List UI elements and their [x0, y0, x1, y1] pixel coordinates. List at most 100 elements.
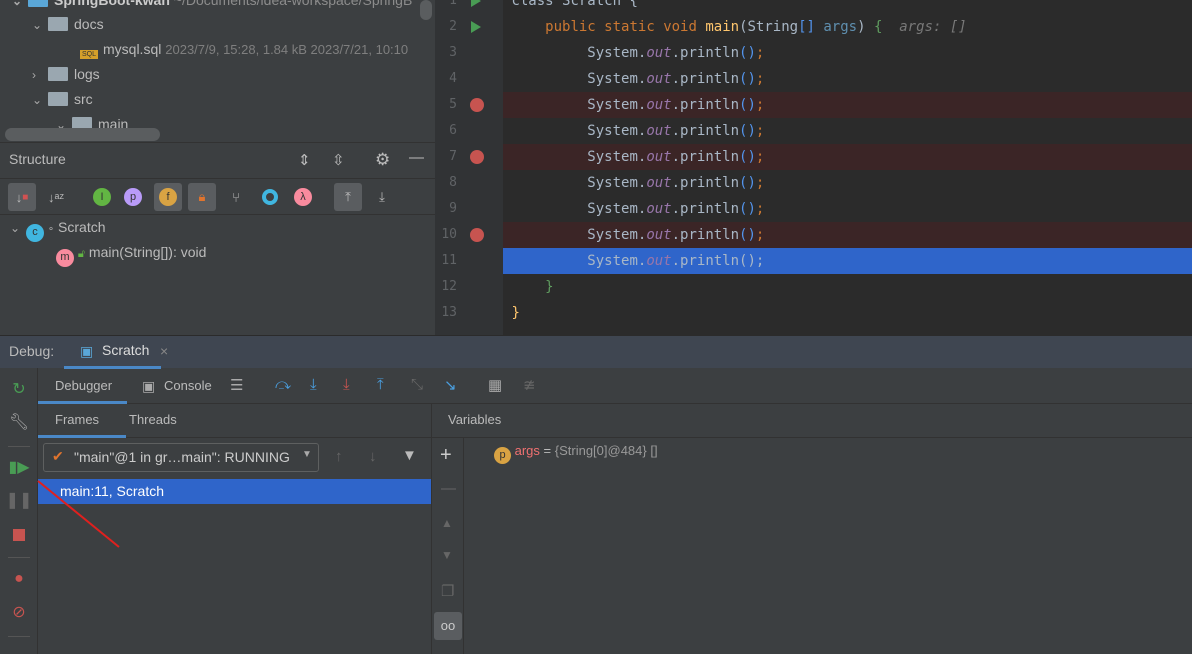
thread-select[interactable]: ✔ "main"@1 in gr…main": RUNNING ▼ — [43, 443, 319, 472]
code-token: () — [739, 227, 756, 243]
code-token: ; — [755, 123, 765, 139]
breakpoint-icon[interactable] — [470, 98, 484, 112]
code-line[interactable]: System.out.println(); — [503, 144, 1192, 170]
resume-program-icon[interactable]: ▮▶ — [8, 456, 30, 478]
chevron-down-icon[interactable]: ⌄ — [12, 0, 28, 14]
breakpoint-icon[interactable] — [470, 228, 484, 242]
package-visibility-icon: ∘ — [47, 224, 55, 235]
code-line[interactable]: System.out.println(); — [503, 40, 1192, 66]
chevron-right-icon[interactable]: › — [32, 63, 48, 88]
move-down-icon[interactable]: ▼ — [441, 548, 453, 562]
code-token: ; — [755, 71, 765, 87]
editor-gutter[interactable]: 1 2 3 4 5 6 7 8 9 10 11 12 13 — [435, 0, 503, 335]
horizontal-scrollbar[interactable] — [5, 128, 160, 141]
autoscroll-from-source-icon[interactable]: ⤓ — [368, 183, 396, 211]
line-number: 2 — [449, 19, 457, 34]
debug-tool-window-header: Debug: ▣ Scratch × — [0, 335, 1192, 369]
previous-frame-icon[interactable]: ↑ — [335, 448, 343, 465]
move-up-icon[interactable]: ▲ — [441, 516, 453, 530]
stop-icon[interactable] — [8, 524, 30, 546]
add-watch-icon[interactable]: + — [440, 444, 452, 467]
tab-frames[interactable]: Frames — [38, 404, 126, 438]
step-out-icon[interactable]: ⤒ — [377, 376, 384, 393]
filter-icon[interactable]: ▼ — [402, 447, 417, 464]
code-line[interactable]: } — [503, 274, 1192, 300]
line-number: 11 — [441, 253, 457, 268]
pause-icon[interactable]: ❚❚ — [6, 489, 33, 511]
sort-by-visibility-icon[interactable]: ↓ ■ — [8, 183, 36, 211]
tree-item-src[interactable]: ⌄ src — [32, 87, 93, 112]
code-line[interactable]: System.out.println(); — [503, 222, 1192, 248]
autoscroll-to-source-icon[interactable]: ⤒ — [334, 183, 362, 211]
tree-item-mysql[interactable]: SQL mysql.sql 2023/7/9, 15:28, 1.84 kB 20… — [80, 37, 408, 62]
item-label: docs — [74, 16, 104, 32]
run-gutter-icon[interactable] — [471, 21, 481, 33]
gear-icon[interactable]: ⚙ — [375, 150, 390, 170]
close-icon[interactable]: × — [160, 343, 168, 359]
remove-watch-icon[interactable]: — — [441, 480, 456, 497]
code-line[interactable]: System.out.println(); — [503, 66, 1192, 92]
show-properties-icon[interactable]: p — [119, 183, 147, 211]
frame-item[interactable]: main:11, Scratch — [38, 479, 431, 504]
run-gutter-icon[interactable] — [471, 0, 481, 7]
sort-alphabetically-icon[interactable]: ↓ᵃᶻ — [42, 183, 70, 211]
rerun-icon[interactable]: ↻ — [8, 378, 30, 400]
show-lambdas-tree-icon[interactable]: ⑂ — [222, 183, 250, 211]
expand-all-icon[interactable]: ⇕ — [298, 151, 311, 169]
view-breakpoints-icon[interactable]: ● — [8, 568, 30, 590]
code-token: out — [646, 123, 672, 139]
duplicate-icon[interactable]: ❐ — [441, 582, 454, 600]
tree-item-docs[interactable]: ⌄ docs — [32, 12, 104, 37]
chevron-down-icon[interactable]: ⌄ — [10, 216, 26, 241]
session-tab-scratch[interactable]: ▣ Scratch — [64, 336, 161, 369]
show-non-public-icon[interactable]: 🔒︎ — [188, 183, 216, 211]
code-token: out — [646, 97, 672, 113]
code-line[interactable]: public static void main(String[] args) {… — [503, 14, 1192, 40]
show-lambdas-icon[interactable]: λ — [289, 183, 317, 211]
force-step-into-icon[interactable]: ⤓ — [343, 376, 350, 393]
code-token: out — [646, 149, 672, 165]
mute-breakpoints-icon[interactable]: ⊘ — [8, 601, 30, 623]
tree-item-logs[interactable]: › logs — [32, 62, 100, 87]
console-icon: ▣ — [142, 378, 156, 394]
code-token: .println — [671, 253, 740, 269]
code-editor[interactable]: 1 2 3 4 5 6 7 8 9 10 11 12 13 class Scratch { public… — [435, 0, 1192, 335]
code-line[interactable]: class Scratch { — [503, 0, 1192, 14]
show-inherited-icon[interactable]: I — [88, 183, 116, 211]
tab-threads[interactable]: Threads — [129, 412, 177, 427]
chevron-down-icon: ▼ — [302, 449, 312, 460]
vertical-scrollbar[interactable] — [420, 0, 432, 20]
code-line[interactable]: System.out.println(); — [503, 248, 1192, 274]
structure-item-main[interactable]: m 🔓︎ main(String[]): void — [56, 240, 206, 267]
code-token: System. — [587, 97, 647, 113]
structure-item-scratch[interactable]: ⌄ c ∘ Scratch — [10, 215, 106, 242]
variable-row[interactable]: p args = {String[0]@484} [] — [494, 443, 658, 464]
show-execution-point-icon[interactable]: ⤼ — [275, 376, 291, 393]
tab-label: Frames — [55, 412, 100, 427]
code-line[interactable]: System.out.println(); — [503, 92, 1192, 118]
code-line[interactable]: } — [503, 300, 1192, 326]
drop-frame-icon[interactable]: ⤡ — [411, 376, 423, 393]
code-line[interactable]: System.out.println(); — [503, 118, 1192, 144]
run-to-cursor-icon[interactable]: ↘ — [444, 376, 457, 394]
code-line[interactable]: System.out.println(); — [503, 196, 1192, 222]
wrench-icon[interactable]: 🔧︎ — [8, 411, 30, 433]
layout-menu-icon[interactable]: ☰ — [230, 376, 243, 394]
code-token: class Scratch { — [511, 0, 638, 9]
minimize-icon[interactable]: — — [409, 149, 424, 166]
show-anonymous-icon[interactable] — [256, 183, 284, 211]
tab-debugger[interactable]: Debugger — [38, 368, 127, 404]
line-number: 3 — [449, 45, 457, 60]
trace-icon[interactable]: ≇ — [523, 376, 536, 394]
variable-value: {String[0]@484} [] — [554, 443, 658, 458]
collapse-all-icon[interactable]: ⇳ — [332, 151, 345, 169]
chevron-down-icon[interactable]: ⌄ — [32, 88, 48, 113]
next-frame-icon[interactable]: ↓ — [369, 448, 377, 465]
show-fields-icon[interactable]: f — [154, 183, 182, 211]
code-line[interactable]: System.out.println(); — [503, 170, 1192, 196]
evaluate-expression-icon[interactable]: ▦ — [488, 376, 502, 394]
chevron-down-icon[interactable]: ⌄ — [32, 13, 48, 38]
show-watches-icon[interactable]: oo — [434, 612, 462, 640]
breakpoint-icon[interactable] — [470, 150, 484, 164]
step-over-icon[interactable]: ⤓ — [310, 376, 317, 393]
